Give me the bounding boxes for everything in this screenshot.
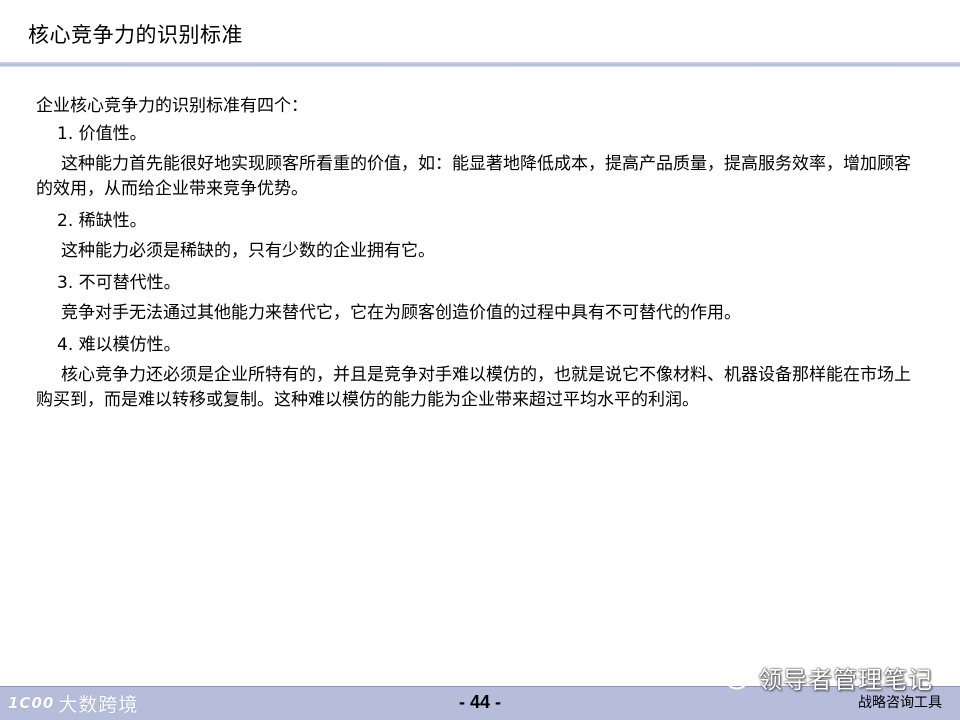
criterion-description-4: 核心竞争力还必须是企业所特有的，并且是竞争对手难以模仿的，也就是说它不像材料、机… (36, 365, 911, 410)
criterion-heading-2: 2. 稀缺性。 (57, 211, 147, 231)
criterion-description-2: 这种能力必须是稀缺的，只有少数的企业拥有它。 (61, 241, 435, 261)
watermark: 领导者管理笔记 (714, 660, 933, 694)
wechat-icon (715, 663, 748, 690)
logo-text: 大数跨境 (58, 693, 139, 716)
intro-text: 企业核心竞争力的识别标准有四个： (36, 96, 308, 116)
criterion-description-3: 竞争对手无法通过其他能力来替代它，它在为顾客创造价值的过程中具有不可替代的作用。 (61, 303, 741, 323)
footer-logo: 1C00 大数跨境 (8, 690, 138, 716)
criterion-heading-1: 1. 价值性。 (57, 124, 147, 144)
footer-label: 战略咨询工具 (858, 695, 942, 711)
logo-mark: 1C00 (8, 694, 55, 712)
slide-page: 核心竞争力的识别标准 企业核心竞争力的识别标准有四个： 1. 价值性。 这种能力… (0, 0, 960, 720)
title-divider (0, 62, 960, 67)
watermark-text: 领导者管理笔记 (758, 665, 933, 694)
criterion-heading-3: 3. 不可替代性。 (57, 273, 181, 293)
criterion-description-1: 这种能力首先能很好地实现顾客所看重的价值，如：能显著地降低成本，提高产品质量，提… (36, 154, 911, 199)
criterion-heading-4: 4. 难以模仿性。 (57, 335, 181, 355)
slide-body: 企业核心竞争力的识别标准有四个： 1. 价值性。 这种能力首先能很好地实现顾客所… (36, 94, 916, 420)
page-number: - 44 - (458, 692, 501, 712)
slide-title: 核心竞争力的识别标准 (28, 23, 243, 47)
